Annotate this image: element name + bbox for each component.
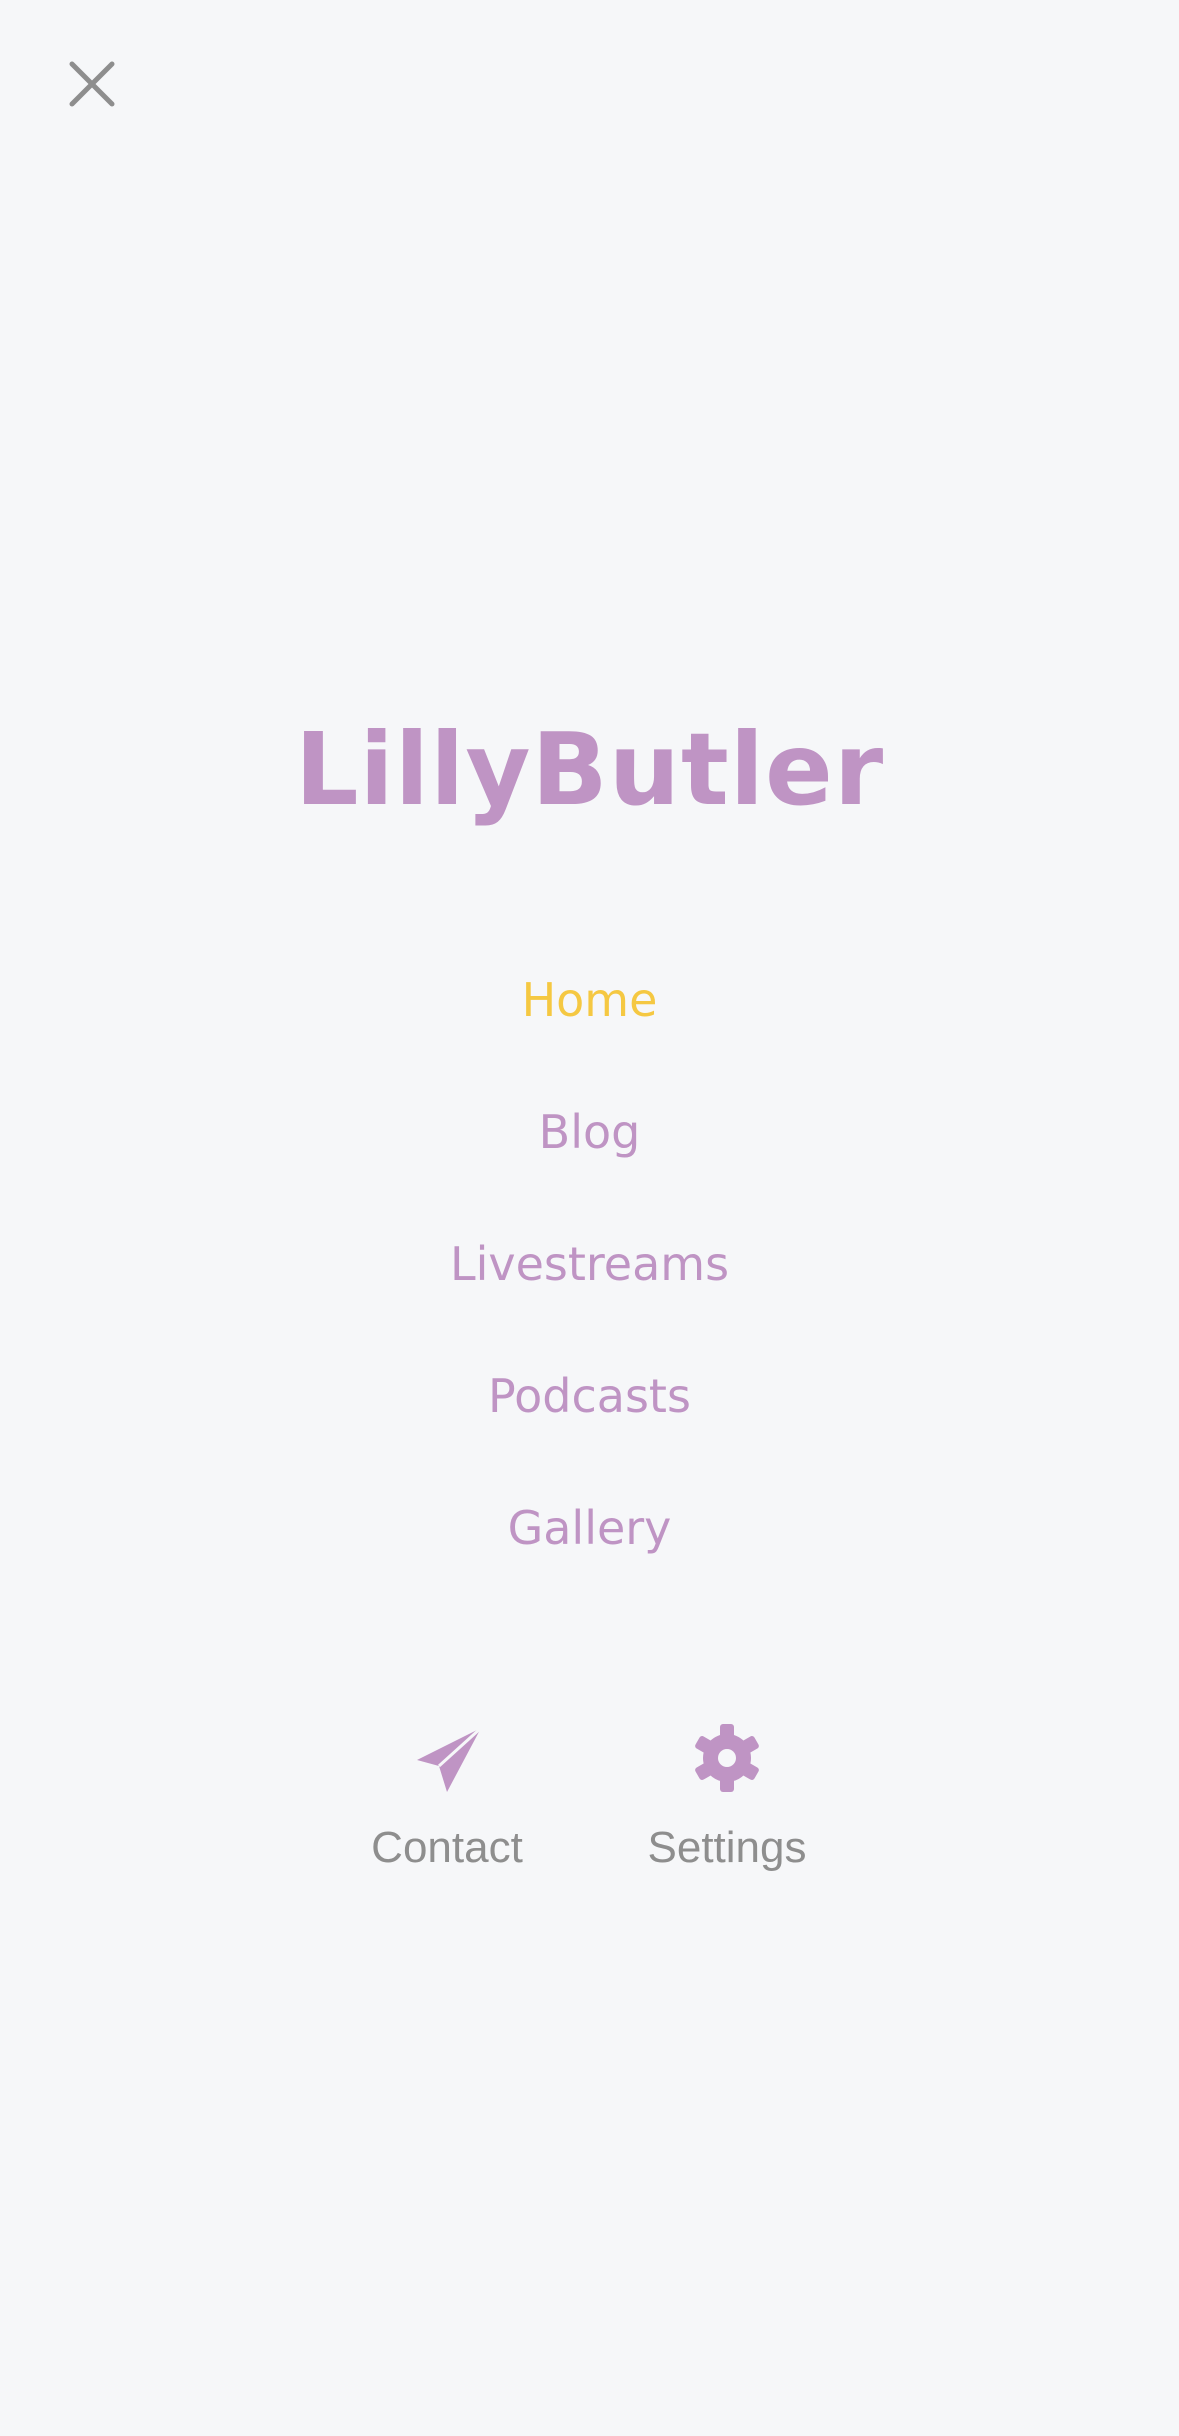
menu-link-gallery[interactable]: Gallery	[508, 1488, 672, 1568]
bottom-actions: Contact Settings	[0, 1722, 1179, 1902]
menu-item-blog: Blog	[0, 1092, 1179, 1224]
close-button[interactable]	[66, 58, 118, 110]
menu-link-podcasts[interactable]: Podcasts	[488, 1356, 691, 1436]
menu-item-podcasts: Podcasts	[0, 1356, 1179, 1488]
menu-item-gallery: Gallery	[0, 1488, 1179, 1620]
paper-plane-icon	[411, 1722, 483, 1794]
main-menu: Home Blog Livestreams Podcasts Gallery	[0, 960, 1179, 1620]
menu-item-livestreams: Livestreams	[0, 1224, 1179, 1356]
settings-label: Settings	[647, 1823, 807, 1872]
contact-label: Contact	[371, 1823, 523, 1872]
close-icon	[69, 61, 115, 107]
contact-button[interactable]: Contact	[337, 1722, 557, 1876]
settings-button[interactable]: Settings	[617, 1722, 837, 1876]
menu-item-home: Home	[0, 960, 1179, 1092]
menu-link-home[interactable]: Home	[522, 960, 658, 1040]
gear-icon	[691, 1722, 763, 1794]
menu-link-blog[interactable]: Blog	[539, 1092, 641, 1172]
menu-link-livestreams[interactable]: Livestreams	[450, 1224, 729, 1304]
brand-title: LillyButler	[294, 711, 885, 828]
